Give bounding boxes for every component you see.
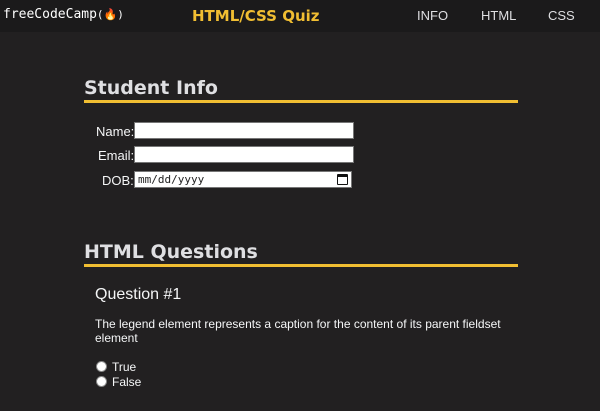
name-field[interactable] bbox=[134, 122, 354, 139]
dob-label: DOB: bbox=[102, 173, 134, 188]
question-title: Question #1 bbox=[95, 286, 182, 303]
email-row: Email: bbox=[0, 146, 600, 164]
radio-false[interactable] bbox=[96, 376, 107, 387]
option-false[interactable]: False bbox=[96, 375, 141, 389]
nav-link-css[interactable]: CSS bbox=[548, 8, 575, 23]
fire-icon: (🔥) bbox=[96, 8, 124, 21]
option-false-label: False bbox=[112, 375, 142, 389]
dob-placeholder: mm/dd/yyyy bbox=[138, 173, 205, 186]
freecodecamp-logo[interactable]: freeCodeCamp(🔥) bbox=[3, 7, 124, 22]
student-info-heading: Student Info bbox=[84, 77, 518, 103]
option-true[interactable]: True bbox=[96, 360, 136, 374]
name-row: Name: bbox=[0, 122, 600, 140]
page-title: HTML/CSS Quiz bbox=[192, 7, 320, 25]
question-text: The legend element represents a caption … bbox=[95, 317, 501, 345]
logo-text: freeCodeCamp bbox=[3, 7, 97, 22]
dob-date-field[interactable]: mm/dd/yyyy bbox=[134, 171, 352, 188]
email-label: Email: bbox=[98, 148, 135, 163]
email-field[interactable] bbox=[134, 146, 354, 163]
name-label: Name: bbox=[96, 124, 135, 139]
calendar-icon[interactable] bbox=[337, 174, 348, 185]
html-questions-heading: HTML Questions bbox=[84, 241, 518, 267]
radio-true[interactable] bbox=[96, 361, 107, 372]
nav-link-html[interactable]: HTML bbox=[481, 8, 516, 23]
option-true-label: True bbox=[112, 360, 137, 374]
top-navbar: freeCodeCamp(🔥) HTML/CSS Quiz INFO HTML … bbox=[0, 0, 600, 32]
nav-link-info[interactable]: INFO bbox=[417, 8, 448, 23]
dob-row: DOB: mm/dd/yyyy bbox=[0, 171, 600, 189]
